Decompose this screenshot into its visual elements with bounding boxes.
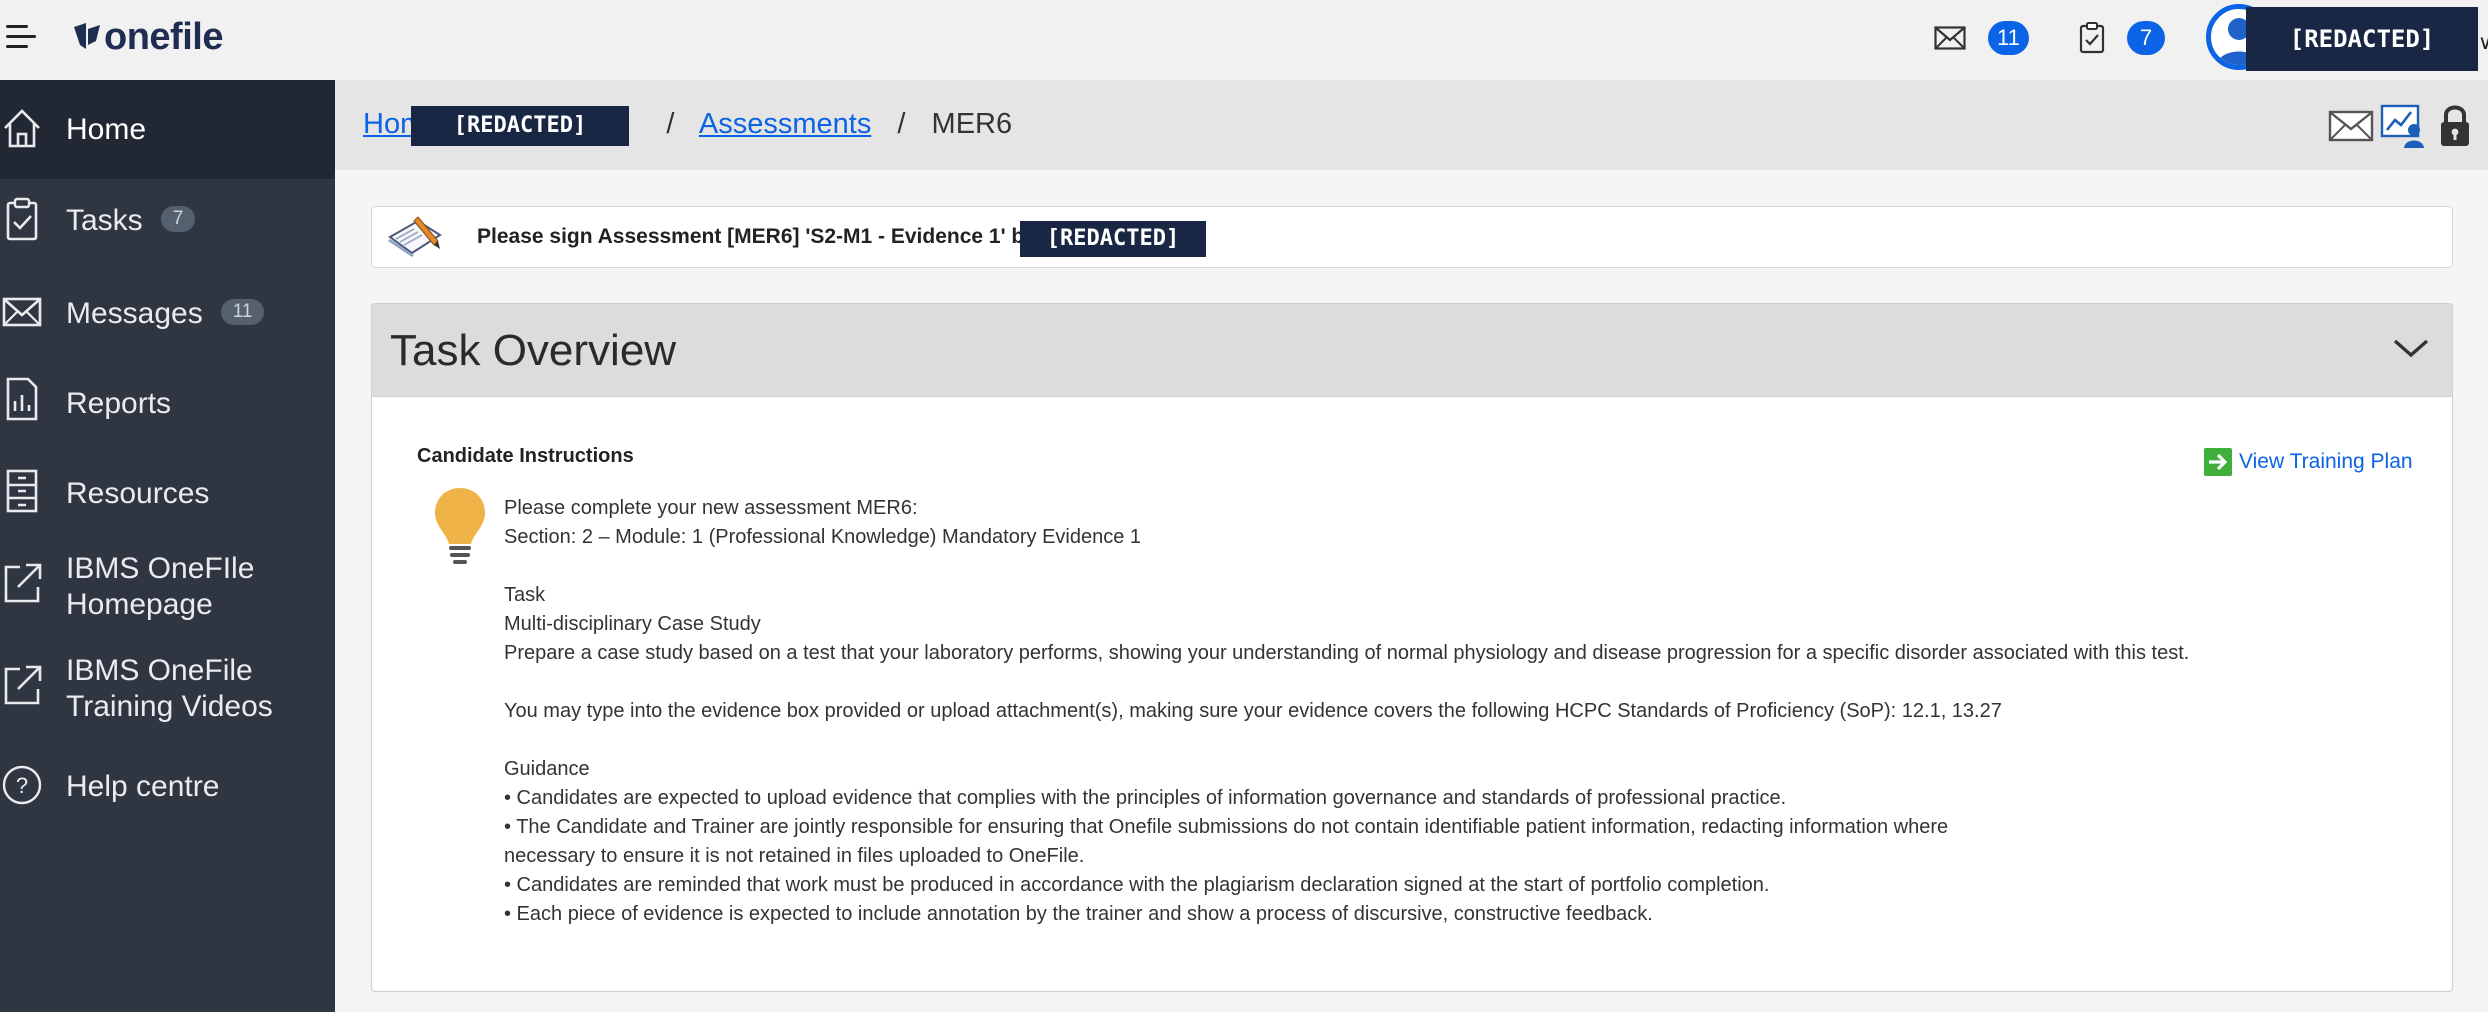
svg-text:?: ? <box>16 773 28 798</box>
home-icon <box>4 109 40 148</box>
sidebar-item-label-line2: Training Videos <box>66 690 273 723</box>
task-overview-panel: Task Overview Candidate Instructions Vie… <box>371 303 2453 992</box>
sidebar-item-label-line2: Homepage <box>66 588 213 621</box>
breadcrumb-separator: / <box>666 108 675 140</box>
tasks-count-badge: 7 <box>2127 21 2165 55</box>
sidebar-item-label: Messages <box>66 297 203 330</box>
instruction-line: Multi-disciplinary Case Study <box>504 613 761 635</box>
sidebar-item-ibms-training-videos[interactable]: IBMS OneFile Training Videos <box>0 639 335 741</box>
progress-button[interactable] <box>2380 102 2426 148</box>
instruction-line: Prepare a case study based on a test tha… <box>504 642 2190 664</box>
instruction-line: • Candidates are reminded that work must… <box>504 874 1770 896</box>
breadcrumb-assessments-link[interactable]: Assessments <box>699 108 871 140</box>
instruction-line <box>504 726 2189 755</box>
sidebar-item-home[interactable]: Home <box>0 80 335 179</box>
lightbulb-icon <box>435 488 485 564</box>
chevron-down-icon[interactable] <box>2392 334 2430 362</box>
sidebar-item-label: Home <box>66 113 147 146</box>
breadcrumb: Hom [REDACTED] / Assessments / MER6 <box>363 106 1013 146</box>
sidebar-item-tasks[interactable]: Tasks 7 <box>0 179 335 269</box>
instruction-line: necessary to ensure it is not retained i… <box>504 845 1085 867</box>
sign-assessment-notice[interactable]: Please sign Assessment [MER6] 'S2-M1 - E… <box>371 206 2453 268</box>
view-training-plan-link[interactable]: View Training Plan <box>2203 447 2413 477</box>
instruction-line: Section: 2 – Module: 1 (Professional Kno… <box>504 526 1142 548</box>
sidebar-item-label: IBMS OneFIle <box>66 552 255 585</box>
breadcrumb-current: MER6 <box>931 108 1013 140</box>
instruction-line: • The Candidate and Trainer are jointly … <box>504 816 1949 838</box>
header-tasks[interactable]: 7 <box>2079 20 2165 56</box>
sidebar-item-label: Tasks <box>66 204 143 237</box>
candidate-instructions-heading: Candidate Instructions <box>417 445 634 467</box>
lock-icon <box>2441 105 2469 146</box>
candidate-instructions-body: Please complete your new assessment MER6… <box>504 494 2189 929</box>
user-name-redacted: [REDACTED] <box>2246 7 2478 71</box>
arrow-right-icon <box>2204 448 2232 476</box>
help-icon: ? <box>2 765 42 805</box>
clipboard-icon <box>2079 22 2105 54</box>
instruction-line: • Candidates are expected to upload evid… <box>504 787 1787 809</box>
logo-text: onefile <box>104 15 223 58</box>
sidebar-item-label: Reports <box>66 387 172 420</box>
tasks-count-badge: 7 <box>160 206 196 233</box>
user-menu[interactable]: [REDACTED] ∨ <box>2206 4 2488 72</box>
page-tools <box>2328 102 2478 148</box>
clipboard-icon <box>6 197 38 241</box>
instruction-line: Guidance <box>504 758 590 780</box>
notice-text: Please sign Assessment [MER6] 'S2-M1 - E… <box>477 225 1036 248</box>
sidebar-item-ibms-homepage[interactable]: IBMS OneFIle Homepage <box>0 539 335 639</box>
envelope-icon <box>2 297 42 327</box>
envelope-icon <box>2328 110 2374 142</box>
notice-redacted: [REDACTED] <box>1020 221 1206 257</box>
instruction-line: Please complete your new assessment MER6… <box>504 497 918 519</box>
user-chart-icon <box>2380 104 2424 148</box>
external-link-icon <box>4 665 42 705</box>
menu-icon[interactable] <box>6 24 36 50</box>
report-icon <box>6 377 38 421</box>
sidebar-item-label: Resources <box>66 477 210 510</box>
logo-mark-icon <box>74 23 100 49</box>
breadcrumb-redacted: [REDACTED] <box>411 106 629 146</box>
sidebar: Home Tasks 7 Messages 11 Reports Resource <box>0 80 335 1012</box>
messages-count-badge: 11 <box>220 299 265 326</box>
breadcrumb-bar: Hom [REDACTED] / Assessments / MER6 <box>335 80 2488 170</box>
view-training-plan-label: View Training Plan <box>2239 450 2413 473</box>
sidebar-item-label: IBMS OneFile <box>66 654 253 687</box>
envelope-button[interactable] <box>2328 102 2374 148</box>
instruction-line: • Each piece of evidence is expected to … <box>504 903 1653 925</box>
sign-document-icon <box>388 216 442 257</box>
sidebar-item-reports[interactable]: Reports <box>0 359 335 449</box>
instruction-line <box>504 668 2189 697</box>
lock-button[interactable] <box>2432 102 2478 148</box>
instruction-line: You may type into the evidence box provi… <box>504 700 2002 722</box>
breadcrumb-separator: / <box>897 108 906 140</box>
sidebar-item-messages[interactable]: Messages 11 <box>0 269 335 359</box>
messages-count-badge: 11 <box>1988 21 2029 55</box>
task-overview-header[interactable]: Task Overview <box>372 304 2452 397</box>
sidebar-item-help-centre[interactable]: ? Help centre <box>0 741 335 831</box>
sidebar-item-label: Help centre <box>66 770 220 803</box>
external-link-icon <box>4 563 42 603</box>
onefile-logo[interactable]: onefile <box>72 12 223 62</box>
chevron-down-icon: ∨ <box>2478 32 2488 54</box>
cabinet-icon <box>6 469 38 513</box>
instruction-line <box>504 552 2189 581</box>
instruction-line: Task <box>504 584 546 606</box>
panel-title: Task Overview <box>390 326 677 375</box>
envelope-icon <box>1934 26 1966 50</box>
top-header: onefile 11 7 [REDACTED] ∨ <box>0 0 2488 80</box>
sidebar-item-resources[interactable]: Resources <box>0 449 335 539</box>
header-messages[interactable]: 11 <box>1934 20 2029 56</box>
